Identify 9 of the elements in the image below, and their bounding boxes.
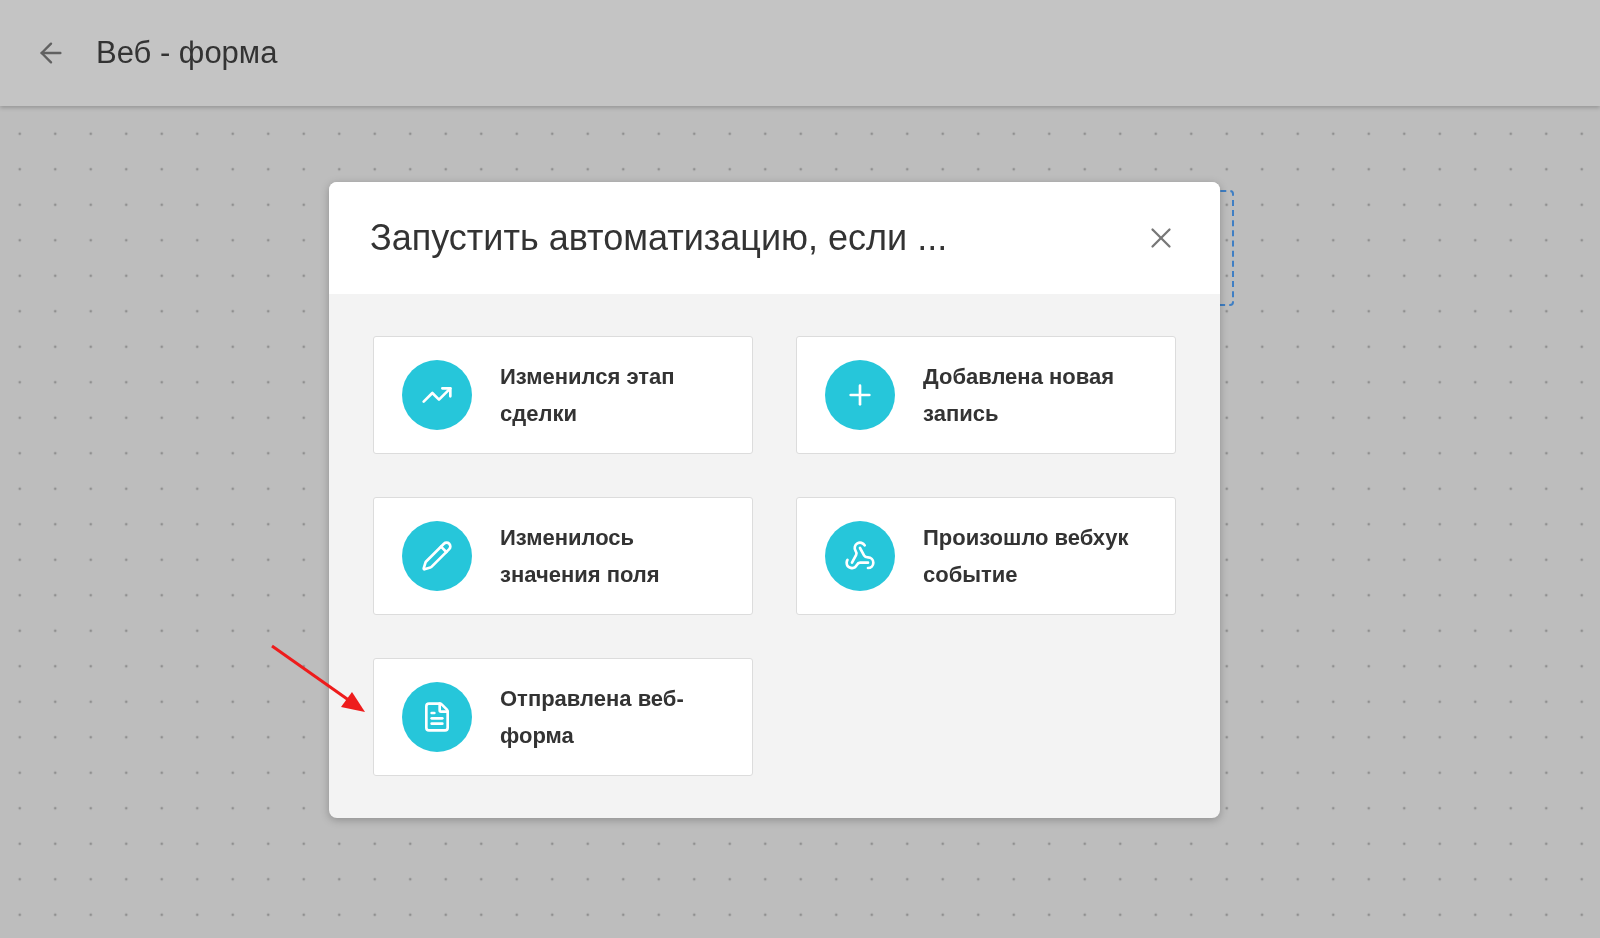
trigger-option-card[interactable]: Изменилось значения поля xyxy=(373,497,753,615)
trigger-option-card[interactable]: Отправлена веб-форма xyxy=(373,658,753,776)
page-title: Веб - форма xyxy=(96,33,278,72)
pencil-icon xyxy=(421,540,453,572)
dialog-title: Запустить автоматизацию, если ... xyxy=(370,216,948,260)
trigger-option-card[interactable]: Произошло вебхук событие xyxy=(796,497,1176,615)
trigger-option-card[interactable]: Изменился этап сделки xyxy=(373,336,753,454)
webhook-icon xyxy=(844,540,876,572)
trigger-option-card[interactable]: Добавлена новая запись xyxy=(796,336,1176,454)
